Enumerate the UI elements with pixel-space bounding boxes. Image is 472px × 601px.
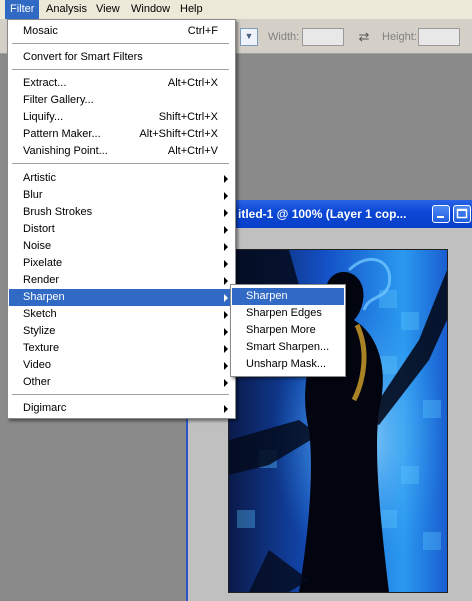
menu-item-label: Blur [23, 189, 43, 201]
menu-item-label: Pattern Maker... [23, 128, 101, 140]
menu-separator [12, 163, 229, 165]
menu-item-label: Mosaic [23, 25, 58, 37]
menu-item-shortcut: Alt+Ctrl+X [167, 77, 218, 89]
menu-view[interactable]: View [91, 0, 125, 19]
submenu-arrow-icon [224, 362, 228, 370]
menu-filter[interactable]: Filter [5, 0, 40, 19]
menu-item-blur[interactable]: Blur [9, 187, 234, 204]
filter-menu: Mosaic Ctrl+F Convert for Smart Filters … [7, 19, 236, 419]
menu-bar: Filter Analysis View Window Help [0, 0, 472, 20]
submenu-arrow-icon [224, 260, 228, 268]
menu-item-shortcut: Alt+Ctrl+V [167, 145, 218, 157]
menu-item-label: Extract... [23, 77, 67, 89]
submenu-arrow-icon [224, 405, 228, 413]
maximize-button[interactable] [453, 205, 471, 223]
sharpen-submenu: Sharpen Sharpen Edges Sharpen More Smart… [230, 284, 346, 377]
menu-item-shortcut: Shift+Ctrl+X [158, 111, 218, 123]
submenu-arrow-icon [224, 192, 228, 200]
submenu-arrow-icon [224, 379, 228, 387]
style-dropdown[interactable]: ▼ [240, 28, 258, 46]
menu-item-label: Sharpen More [246, 324, 316, 336]
submenu-item-unsharp-mask[interactable]: Unsharp Mask... [232, 356, 344, 373]
menu-item-stylize[interactable]: Stylize [9, 323, 234, 340]
menu-item-label: Stylize [23, 325, 56, 337]
chevron-down-icon: ▼ [244, 31, 254, 41]
menu-item-sharpen[interactable]: Sharpen [9, 289, 234, 306]
menu-item-pattern-maker[interactable]: Pattern Maker... Alt+Shift+Ctrl+X [9, 126, 234, 143]
menu-item-label: Smart Sharpen... [246, 341, 330, 353]
menu-item-label: Filter Gallery... [23, 94, 94, 106]
menu-item-label: Sketch [23, 308, 57, 320]
swap-arrows-icon[interactable]: ⇄ [356, 29, 372, 45]
menu-item-artistic[interactable]: Artistic [9, 170, 234, 187]
menu-item-label: Brush Strokes [23, 206, 93, 218]
width-field[interactable] [302, 28, 344, 46]
height-label: Height: [382, 31, 417, 43]
submenu-arrow-icon [224, 175, 228, 183]
menu-item-label: Liquify... [23, 111, 64, 123]
menu-item-label: Distort [23, 223, 55, 235]
menu-item-label: Sharpen [23, 291, 65, 303]
submenu-item-sharpen[interactable]: Sharpen [232, 288, 344, 305]
menu-item-label: Sharpen Edges [246, 307, 322, 319]
menu-separator [12, 69, 229, 71]
menu-item-other[interactable]: Other [9, 374, 234, 391]
submenu-arrow-icon [224, 226, 228, 234]
menu-item-digimarc[interactable]: Digimarc [9, 400, 234, 417]
submenu-arrow-icon [224, 294, 228, 302]
menu-item-texture[interactable]: Texture [9, 340, 234, 357]
submenu-arrow-icon [224, 209, 228, 217]
submenu-item-sharpen-edges[interactable]: Sharpen Edges [232, 305, 344, 322]
menu-item-label: Render [23, 274, 60, 286]
submenu-arrow-icon [224, 345, 228, 353]
menu-item-mosaic[interactable]: Mosaic Ctrl+F [9, 23, 234, 40]
menu-item-label: Artistic [23, 172, 56, 184]
menu-item-label: Noise [23, 240, 52, 252]
submenu-arrow-icon [224, 243, 228, 251]
menu-item-sketch[interactable]: Sketch [9, 306, 234, 323]
submenu-arrow-icon [224, 311, 228, 319]
maximize-icon [456, 208, 468, 219]
menu-item-shortcut: Alt+Shift+Ctrl+X [139, 128, 218, 140]
menu-item-liquify[interactable]: Liquify... Shift+Ctrl+X [9, 109, 234, 126]
document-title: itled-1 @ 100% (Layer 1 cop... [238, 207, 407, 221]
menu-item-brush-strokes[interactable]: Brush Strokes [9, 204, 234, 221]
height-field[interactable] [418, 28, 460, 46]
submenu-arrow-icon [224, 328, 228, 336]
menu-item-pixelate[interactable]: Pixelate [9, 255, 234, 272]
submenu-item-sharpen-more[interactable]: Sharpen More [232, 322, 344, 339]
menu-window[interactable]: Window [126, 0, 175, 19]
menu-item-convert-smart-filters[interactable]: Convert for Smart Filters [9, 49, 234, 66]
submenu-arrow-icon [224, 277, 228, 285]
menu-item-label: Pixelate [23, 257, 63, 269]
menu-item-distort[interactable]: Distort [9, 221, 234, 238]
menu-item-label: Unsharp Mask... [246, 358, 327, 370]
menu-item-label: Texture [23, 342, 60, 354]
menu-item-filter-gallery[interactable]: Filter Gallery... [9, 92, 234, 109]
menu-separator [12, 394, 229, 396]
menu-item-render[interactable]: Render [9, 272, 234, 289]
menu-item-label: Convert for Smart Filters [23, 51, 143, 63]
menu-item-video[interactable]: Video [9, 357, 234, 374]
menu-separator [12, 43, 229, 45]
menu-item-label: Vanishing Point... [23, 145, 108, 157]
width-label: Width: [268, 31, 300, 43]
minimize-icon [437, 216, 444, 218]
menu-item-label: Digimarc [23, 402, 67, 414]
menu-analysis[interactable]: Analysis [41, 0, 92, 19]
minimize-button[interactable] [432, 205, 450, 223]
menu-item-label: Other [23, 376, 51, 388]
submenu-item-smart-sharpen[interactable]: Smart Sharpen... [232, 339, 344, 356]
menu-item-label: Sharpen [246, 290, 288, 302]
menu-item-label: Video [23, 359, 51, 371]
menu-item-extract[interactable]: Extract... Alt+Ctrl+X [9, 75, 234, 92]
menu-item-shortcut: Ctrl+F [187, 25, 218, 37]
menu-help[interactable]: Help [175, 0, 208, 19]
menu-item-vanishing-point[interactable]: Vanishing Point... Alt+Ctrl+V [9, 143, 234, 160]
menu-item-noise[interactable]: Noise [9, 238, 234, 255]
